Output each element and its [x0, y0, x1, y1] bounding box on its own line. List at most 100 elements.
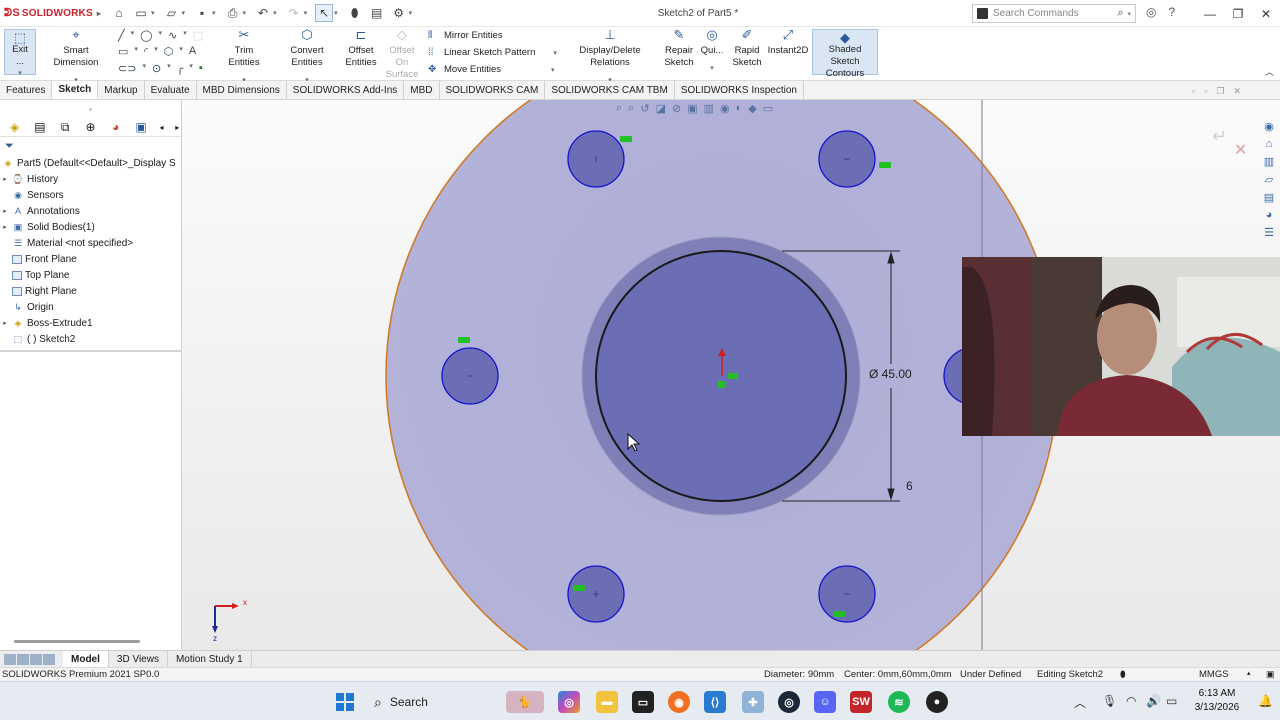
rebuild-icon[interactable]: ⬮	[346, 4, 364, 22]
dimxpert-tab-icon[interactable]: ⊕	[82, 119, 99, 135]
doc-minimize-icon[interactable]: ▫	[1204, 86, 1207, 97]
tray-overflow-icon[interactable]: ︿	[1074, 694, 1086, 711]
app-puzzle-icon[interactable]: ✚	[742, 691, 764, 713]
tab-evaluate[interactable]: Evaluate	[145, 81, 197, 99]
start-button[interactable]	[334, 691, 356, 713]
apply-scene-icon[interactable]: ◆	[748, 102, 756, 115]
solidworks-taskbar-icon[interactable]: SW	[850, 691, 872, 713]
fillet-icon[interactable]: ╭	[177, 62, 184, 75]
tab-solidworks-inspection[interactable]: SOLIDWORKS Inspection	[675, 81, 804, 99]
polygon-caret-icon[interactable]: ▾	[179, 45, 183, 58]
tab-3d-views[interactable]: 3D Views	[109, 650, 168, 668]
panel-prev-icon[interactable]: ◂	[158, 119, 166, 135]
tab-prev-icon[interactable]	[17, 653, 29, 665]
undo-icon[interactable]: ↶	[254, 4, 272, 22]
ellipse-icon[interactable]: ⊙	[152, 62, 161, 75]
undo-caret-icon[interactable]: ▾	[273, 9, 277, 17]
hide-show-items-icon[interactable]: ◉	[720, 102, 730, 115]
tab-next-icon[interactable]	[30, 653, 42, 665]
tree-root-part[interactable]: ◈ Part5 (Default<<Default>_Display S	[0, 155, 181, 171]
tree-item-top-plane[interactable]: Top Plane	[0, 267, 181, 283]
help-icon[interactable]: ?	[1168, 5, 1175, 19]
view-settings-icon[interactable]: ▭	[763, 102, 773, 115]
github-desktop-icon[interactable]: ●	[926, 691, 948, 713]
property-manager-tab-icon[interactable]: ▤	[31, 119, 48, 135]
tree-item-material[interactable]: ☰ Material <not specified>	[0, 235, 181, 251]
save-caret-icon[interactable]: ▾	[212, 9, 216, 17]
confirmation-corner-accept-icon[interactable]: ↵	[1212, 126, 1227, 147]
select-pointer-icon[interactable]: ↖	[315, 4, 334, 22]
customize-status-icon[interactable]: ▣	[1266, 669, 1275, 680]
tab-first-icon[interactable]	[4, 653, 16, 665]
ellipse-caret-icon[interactable]: ▾	[167, 62, 171, 75]
offset-entities-button[interactable]: ⊏ Offset Entities	[344, 28, 378, 69]
collapse-ribbon-icon[interactable]: ︿	[1265, 65, 1274, 78]
line-caret-icon[interactable]: ▾	[131, 29, 135, 42]
tree-item-history[interactable]: ▸ ⌚ History	[0, 171, 181, 187]
rectangle-icon[interactable]: ▭	[118, 45, 128, 58]
circle-icon[interactable]: ◯	[140, 29, 152, 42]
tab-solidworks-cam[interactable]: SOLIDWORKS CAM	[440, 81, 546, 99]
tab-features[interactable]: Features	[0, 81, 53, 99]
rapid-sketch-button[interactable]: ✐ Rapid Sketch	[732, 28, 762, 69]
zoom-to-area-icon[interactable]: ⌕	[628, 102, 634, 115]
offset-on-surface-button[interactable]: ◇ Offset On Surface	[382, 28, 422, 81]
expand-arrow-icon[interactable]: ▸	[0, 175, 10, 183]
search-commands-input[interactable]: Search Commands ⌕ ▾	[972, 4, 1136, 23]
options-caret-icon[interactable]: ▾	[409, 9, 413, 17]
expand-arrow-icon[interactable]: ▸	[0, 207, 10, 215]
view-palette-icon[interactable]: ▤	[1264, 191, 1274, 204]
move-entities-button[interactable]: ✥ Move Entities ▾	[428, 64, 555, 75]
microphone-icon[interactable]: 🎙	[1102, 694, 1117, 708]
view-orientation-icon[interactable]: ▣	[687, 102, 697, 115]
relation-marker-icon[interactable]	[879, 162, 891, 168]
search-highlight-icon[interactable]: 🐈	[506, 691, 544, 713]
feature-manager-tab-icon[interactable]: ◈	[6, 119, 23, 135]
point-icon[interactable]: ▪	[199, 62, 203, 75]
terminal-icon[interactable]: ▭	[632, 691, 654, 713]
copilot-icon[interactable]: ◎	[558, 691, 580, 713]
zoom-to-fit-icon[interactable]: ⌕	[616, 102, 622, 115]
file-properties-icon[interactable]: ▤	[368, 4, 386, 22]
tab-sketch[interactable]: Sketch	[52, 81, 99, 99]
units-selector[interactable]: MMGS	[1199, 669, 1229, 680]
quick-snaps-button[interactable]: ◎ Qui... ▾	[698, 28, 726, 75]
diameter-dimension-text[interactable]: Ø 45.00	[869, 367, 912, 381]
solidworks-resources-icon[interactable]: ◉	[1264, 120, 1274, 133]
expand-arrow-icon[interactable]: ▸	[0, 319, 10, 327]
text-icon[interactable]: A	[189, 45, 196, 58]
relation-marker-icon[interactable]	[620, 136, 632, 142]
tree-item-solid-bodies[interactable]: ▸ ▣ Solid Bodies(1)	[0, 219, 181, 235]
open-caret-icon[interactable]: ▾	[182, 9, 186, 17]
tab-mbd[interactable]: MBD	[404, 81, 440, 99]
display-manager-tab-icon[interactable]: ◕	[107, 119, 124, 135]
save-icon[interactable]: ▪	[193, 4, 211, 22]
edit-appearance-icon[interactable]: ◐	[736, 102, 743, 115]
redo-icon[interactable]: ↷	[285, 4, 303, 22]
options-gear-icon[interactable]: ⚙	[390, 4, 408, 22]
search-icon[interactable]: ⌕	[1117, 7, 1123, 20]
select-caret-icon[interactable]: ▾	[334, 9, 338, 17]
redo-caret-icon[interactable]: ▾	[304, 9, 308, 17]
open-folder-icon[interactable]: ▱	[163, 4, 181, 22]
tree-item-boss-extrude1[interactable]: ▸ ◈ Boss-Extrude1	[0, 315, 181, 331]
expand-arrow-icon[interactable]: ▸	[0, 223, 10, 231]
tab-solidworks-add-ins[interactable]: SOLIDWORKS Add-Ins	[287, 81, 405, 99]
display-style-icon[interactable]: ▥	[704, 102, 714, 115]
new-caret-icon[interactable]: ▾	[151, 9, 155, 17]
tab-model[interactable]: Model	[63, 650, 109, 668]
cam-tab-icon[interactable]: ▣	[132, 119, 149, 135]
mirror-entities-button[interactable]: ⫴ Mirror Entities	[428, 30, 503, 41]
custom-properties-icon[interactable]: ☰	[1264, 226, 1274, 239]
tree-item-origin[interactable]: ↳ Origin	[0, 299, 181, 315]
tree-item-front-plane[interactable]: Front Plane	[0, 251, 181, 267]
spotify-icon[interactable]: ≋	[888, 691, 910, 713]
notifications-icon[interactable]: 🔔	[1258, 694, 1273, 708]
tab-last-icon[interactable]	[43, 653, 55, 665]
bore-sketch-circle[interactable]	[595, 250, 847, 502]
doc-restore-icon[interactable]: ❐	[1216, 86, 1224, 97]
file-explorer-icon[interactable]: ▱	[1265, 173, 1273, 186]
file-explorer-taskbar-icon[interactable]: ▬	[596, 691, 618, 713]
tab-motion-study-1[interactable]: Motion Study 1	[168, 650, 252, 668]
convert-entities-button[interactable]: ⬡ Convert Entities ▾	[274, 28, 340, 87]
